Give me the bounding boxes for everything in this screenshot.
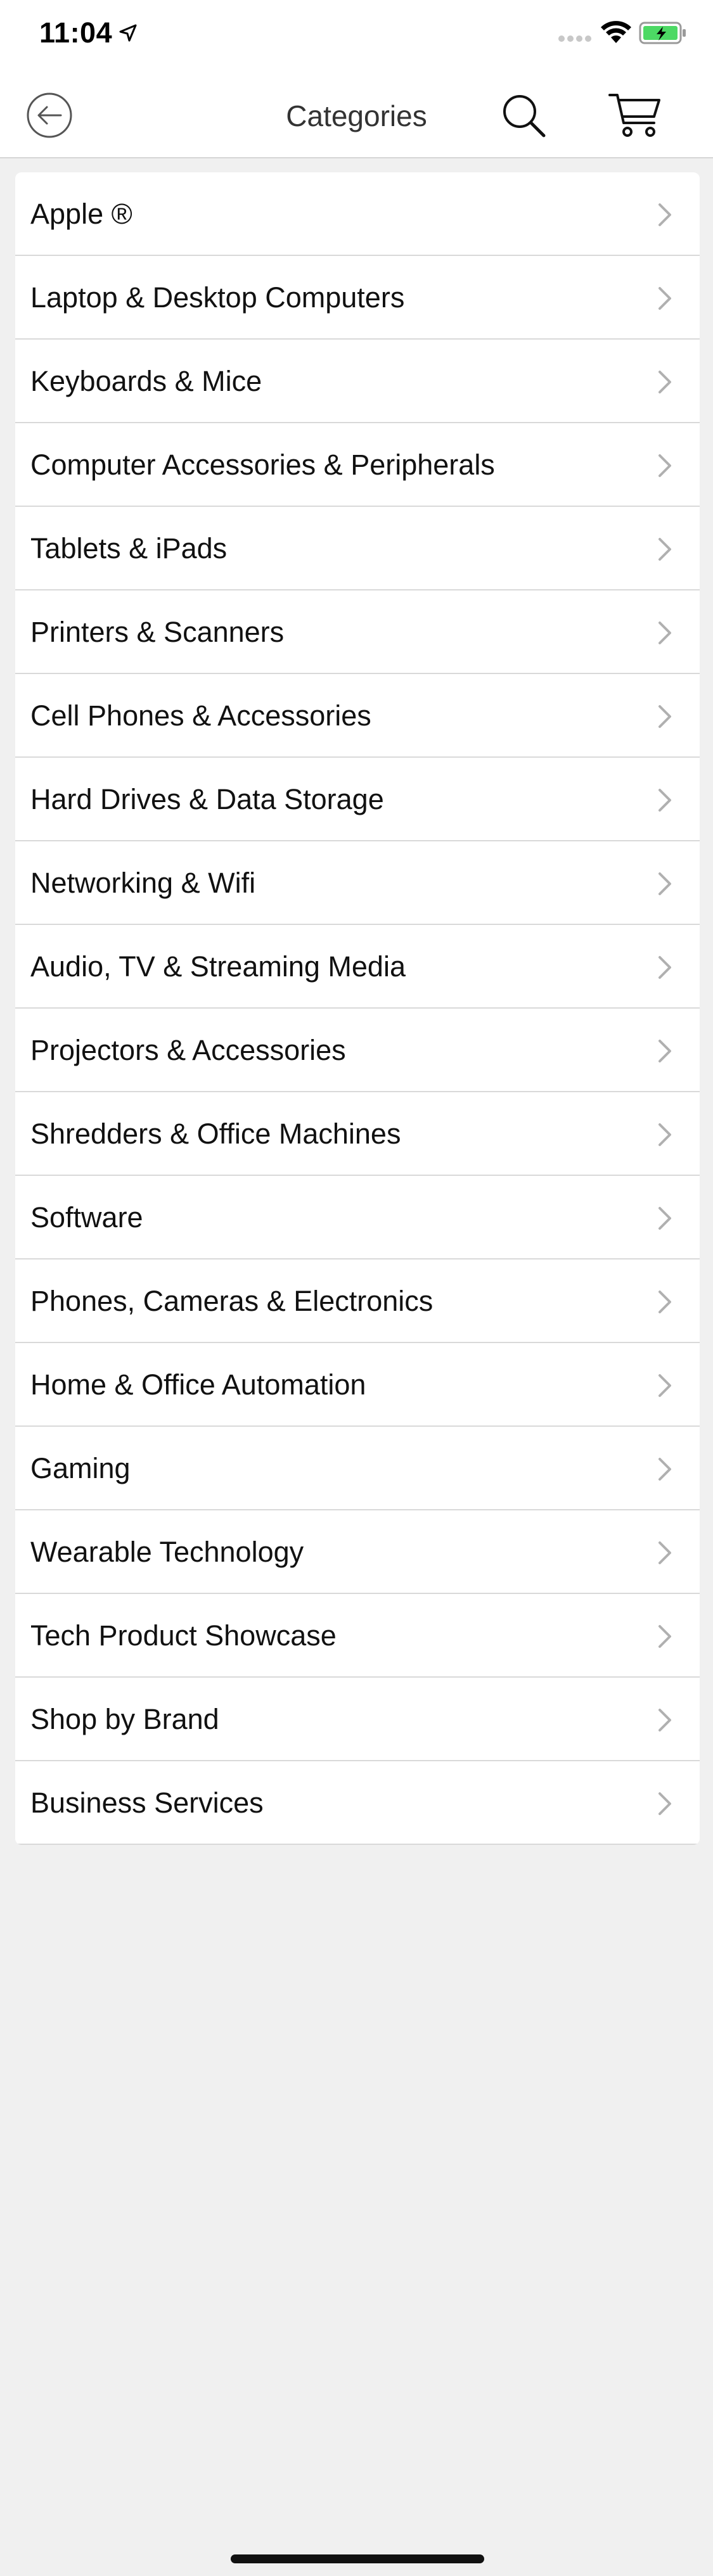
category-label: Wearable Technology	[30, 1536, 304, 1568]
cellular-signal-icon	[558, 35, 591, 42]
chevron-right-icon	[658, 538, 671, 561]
chevron-right-icon	[658, 1625, 671, 1648]
category-label: Laptop & Desktop Computers	[30, 281, 405, 314]
category-label: Printers & Scanners	[30, 616, 285, 648]
chevron-right-icon	[658, 1541, 671, 1564]
location-arrow-icon	[119, 24, 137, 42]
search-icon[interactable]	[501, 92, 546, 138]
category-item-software[interactable]: Software	[15, 1176, 700, 1259]
chevron-right-icon	[658, 956, 671, 979]
chevron-right-icon	[658, 1458, 671, 1481]
chevron-right-icon	[658, 1291, 671, 1313]
chevron-right-icon	[658, 789, 671, 812]
category-label: Computer Accessories & Peripherals	[30, 449, 495, 481]
category-label: Shop by Brand	[30, 1703, 219, 1735]
wifi-icon	[601, 21, 631, 43]
category-item-networking-wifi[interactable]: Networking & Wifi	[15, 841, 700, 925]
category-item-hard-drives-data-storage[interactable]: Hard Drives & Data Storage	[15, 758, 700, 841]
category-item-home-office-automation[interactable]: Home & Office Automation	[15, 1343, 700, 1427]
cart-icon[interactable]	[608, 91, 662, 139]
category-item-laptop-desktop-computers[interactable]: Laptop & Desktop Computers	[15, 256, 700, 340]
category-label: Tech Product Showcase	[30, 1619, 337, 1652]
category-label: Audio, TV & Streaming Media	[30, 950, 406, 983]
category-item-shop-by-brand[interactable]: Shop by Brand	[15, 1678, 700, 1761]
category-label: Tablets & iPads	[30, 532, 228, 564]
chevron-right-icon	[658, 1040, 671, 1062]
category-label: Cell Phones & Accessories	[30, 699, 371, 732]
category-item-tech-product-showcase[interactable]: Tech Product Showcase	[15, 1594, 700, 1678]
chevron-right-icon	[658, 622, 671, 644]
category-label: Projectors & Accessories	[30, 1034, 346, 1066]
category-label: Business Services	[30, 1787, 264, 1819]
category-label: Apple ®	[30, 198, 132, 230]
category-label: Software	[30, 1201, 143, 1234]
category-item-printers-scanners[interactable]: Printers & Scanners	[15, 590, 700, 674]
category-label: Home & Office Automation	[30, 1368, 366, 1401]
chevron-right-icon	[658, 1123, 671, 1146]
chevron-right-icon	[658, 872, 671, 895]
category-item-phones-cameras-electronics[interactable]: Phones, Cameras & Electronics	[15, 1259, 700, 1343]
category-label: Gaming	[30, 1452, 131, 1484]
category-label: Keyboards & Mice	[30, 365, 262, 397]
chevron-right-icon	[658, 287, 671, 310]
category-item-cell-phones-accessories[interactable]: Cell Phones & Accessories	[15, 674, 700, 758]
category-label: Phones, Cameras & Electronics	[30, 1285, 434, 1317]
category-item-tablets-ipads[interactable]: Tablets & iPads	[15, 507, 700, 590]
category-label: Networking & Wifi	[30, 867, 256, 899]
navigation-header: Categories	[0, 71, 713, 158]
status-bar: 11:04	[0, 0, 713, 71]
category-item-wearable-technology[interactable]: Wearable Technology	[15, 1510, 700, 1594]
category-item-audio-tv-streaming-media[interactable]: Audio, TV & Streaming Media	[15, 925, 700, 1009]
page-title: Categories	[286, 99, 427, 132]
chevron-right-icon	[658, 1792, 671, 1815]
category-list: Apple ® Laptop & Desktop Computers Keybo…	[15, 172, 700, 1845]
category-item-projectors-accessories[interactable]: Projectors & Accessories	[15, 1009, 700, 1092]
chevron-right-icon	[658, 371, 671, 393]
chevron-right-icon	[658, 454, 671, 477]
chevron-right-icon	[658, 1709, 671, 1731]
chevron-right-icon	[658, 203, 671, 226]
chevron-right-icon	[658, 1374, 671, 1397]
category-item-gaming[interactable]: Gaming	[15, 1427, 700, 1510]
category-item-computer-accessories-peripherals[interactable]: Computer Accessories & Peripherals	[15, 423, 700, 507]
category-item-apple[interactable]: Apple ®	[15, 172, 700, 256]
category-item-shredders-office-machines[interactable]: Shredders & Office Machines	[15, 1092, 700, 1176]
home-indicator[interactable]	[231, 2554, 484, 2563]
chevron-right-icon	[658, 1207, 671, 1230]
chevron-right-icon	[658, 705, 671, 728]
category-label: Shredders & Office Machines	[30, 1118, 401, 1150]
battery-charging-icon	[639, 22, 686, 44]
category-item-keyboards-mice[interactable]: Keyboards & Mice	[15, 340, 700, 423]
status-time: 11:04	[39, 16, 113, 49]
category-item-business-services[interactable]: Business Services	[15, 1761, 700, 1845]
category-label: Hard Drives & Data Storage	[30, 783, 384, 815]
